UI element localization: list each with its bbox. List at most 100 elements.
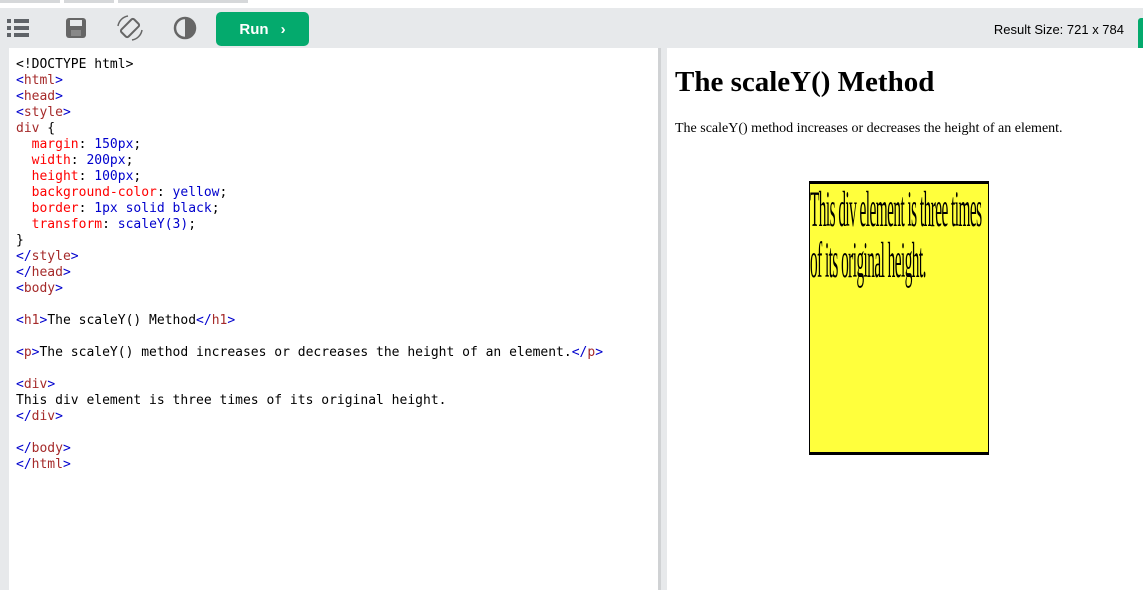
code-token: h1 bbox=[211, 313, 228, 328]
code-line: <html> bbox=[16, 73, 603, 89]
code-token: </ bbox=[16, 441, 32, 456]
code-line: <div> bbox=[16, 377, 603, 393]
code-token: ; bbox=[219, 185, 228, 200]
orientation-icon[interactable] bbox=[112, 12, 148, 44]
code-token: head bbox=[31, 265, 63, 280]
code-token: scaleY(3) bbox=[117, 217, 189, 232]
code-token: > bbox=[55, 409, 63, 424]
code-token: The scaleY() method increases or decreas… bbox=[39, 345, 572, 360]
code-token: ; bbox=[133, 169, 142, 184]
code-token: 200px bbox=[86, 153, 126, 168]
code-line: <p>The scaleY() method increases or decr… bbox=[16, 345, 603, 361]
code-token: </ bbox=[16, 409, 32, 424]
code-token: p bbox=[587, 345, 596, 360]
code-token: p bbox=[23, 345, 32, 360]
code-token: The scaleY() Method bbox=[47, 313, 197, 328]
result-size-label: Result Size: 721 x 784 bbox=[993, 22, 1124, 37]
code-token: style bbox=[23, 105, 63, 120]
code-line: <style> bbox=[16, 105, 603, 121]
result-paragraph: The scaleY() method increases or decreas… bbox=[675, 121, 1063, 136]
code-token: > bbox=[55, 281, 63, 296]
code-token: 150px bbox=[94, 137, 134, 152]
code-token: < bbox=[16, 89, 24, 104]
pane-splitter[interactable] bbox=[658, 48, 667, 590]
tab-indicator bbox=[118, 0, 248, 3]
code-line: transform: scaleY(3); bbox=[16, 217, 603, 233]
code-line: </body> bbox=[16, 441, 603, 457]
code-token: html bbox=[23, 73, 56, 88]
code-token: { bbox=[39, 121, 56, 136]
code-token: </ bbox=[16, 265, 32, 280]
code-token: } bbox=[16, 233, 24, 248]
code-editor[interactable]: <!DOCTYPE html> <html> <head> <style> div { … bbox=[9, 48, 658, 590]
code-token: h1 bbox=[23, 313, 40, 328]
code-line: margin: 150px; bbox=[16, 137, 603, 153]
code-token: ; bbox=[133, 137, 142, 152]
code-line: } bbox=[16, 233, 603, 249]
code-line: </head> bbox=[16, 265, 603, 281]
code-line: </div> bbox=[16, 409, 603, 425]
result-pane: The scaleY() Method The scaleY() method … bbox=[667, 48, 1143, 590]
code-line: width: 200px; bbox=[16, 153, 603, 169]
code-token: </ bbox=[16, 457, 32, 472]
code-token: < bbox=[16, 313, 24, 328]
contrast-icon[interactable] bbox=[167, 12, 203, 44]
code-token: ; bbox=[125, 153, 134, 168]
tab-indicator bbox=[0, 0, 60, 3]
code-line: height: 100px; bbox=[16, 169, 603, 185]
run-button-label: Run bbox=[239, 20, 269, 38]
code-token: > bbox=[62, 265, 71, 280]
code-text[interactable]: <!DOCTYPE html> <html> <head> <style> div { … bbox=[16, 57, 603, 473]
code-token: body bbox=[31, 441, 63, 456]
code-line: background-color: yellow; bbox=[16, 185, 603, 201]
code-token: yellow bbox=[172, 185, 220, 200]
code-token: > bbox=[62, 457, 71, 472]
code-token: body bbox=[23, 281, 56, 296]
code-token: : bbox=[78, 169, 95, 184]
code-token: : bbox=[102, 217, 118, 232]
code-token: </ bbox=[571, 345, 588, 360]
code-token: 100px bbox=[94, 169, 134, 184]
code-token: : bbox=[78, 201, 95, 216]
code-token: : bbox=[70, 153, 87, 168]
code-token: head bbox=[23, 89, 56, 104]
code-token: < bbox=[16, 377, 24, 392]
result-heading: The scaleY() Method bbox=[675, 66, 935, 98]
code-token: </ bbox=[16, 249, 32, 264]
code-token: < bbox=[16, 73, 24, 88]
menu-icon[interactable] bbox=[0, 12, 36, 44]
code-token: < bbox=[16, 345, 24, 360]
code-token: > bbox=[595, 345, 604, 360]
code-token: > bbox=[62, 441, 71, 456]
browser-tab-strip bbox=[0, 0, 1143, 8]
code-line: <head> bbox=[16, 89, 603, 105]
editor-toolbar: Run › Result Size: 721 x 784 bbox=[0, 8, 1143, 55]
code-token: > bbox=[55, 89, 63, 104]
code-token: > bbox=[47, 377, 56, 392]
code-token: margin bbox=[31, 137, 79, 152]
code-token: 1px solid black bbox=[94, 201, 212, 216]
code-token: This div element is three times of its o… bbox=[16, 393, 447, 408]
code-line: <h1>The scaleY() Method</h1> bbox=[16, 313, 603, 329]
code-line: <body> bbox=[16, 281, 603, 297]
save-icon[interactable] bbox=[58, 12, 94, 44]
code-token: style bbox=[31, 249, 71, 264]
code-line: </style> bbox=[16, 249, 603, 265]
scaled-div: This div element is three times of its o… bbox=[809, 181, 989, 455]
code-token: : bbox=[78, 137, 95, 152]
code-line: This div element is three times of its o… bbox=[16, 393, 603, 409]
code-token: html bbox=[31, 457, 63, 472]
code-token: </ bbox=[196, 313, 212, 328]
code-token: > bbox=[55, 73, 63, 88]
code-token: ; bbox=[188, 217, 197, 232]
run-button[interactable]: Run › bbox=[216, 12, 309, 46]
code-token: div bbox=[16, 121, 40, 136]
